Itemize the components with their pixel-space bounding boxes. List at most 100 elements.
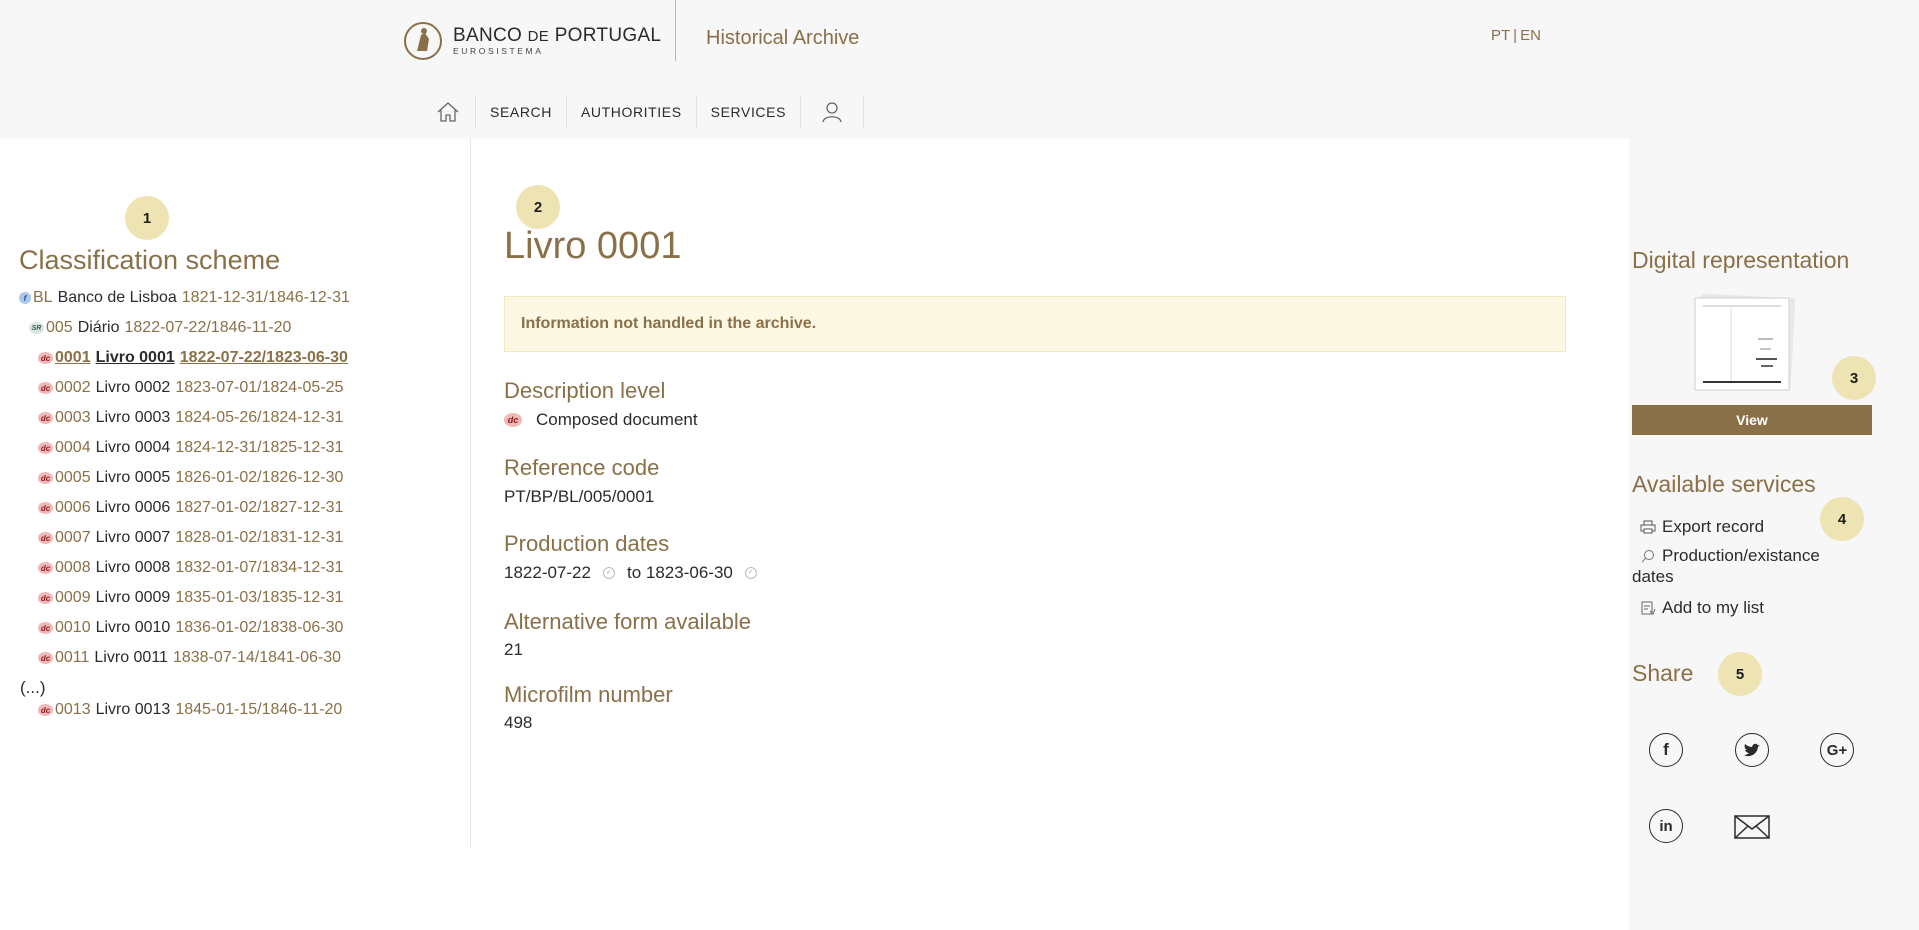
tree-row-title[interactable]: Livro 0006 <box>96 499 171 517</box>
tree-row-title[interactable]: Banco de Lisboa <box>58 289 177 307</box>
available-services-heading: Available services <box>1632 471 1816 497</box>
tree-row[interactable]: dc 0008 Livro 0008 1832-01-07/1834-12-31 <box>38 556 343 580</box>
tree-row[interactable]: dc 0004 Livro 0004 1824-12-31/1825-12-31 <box>38 436 343 460</box>
left-column-divider <box>470 139 471 847</box>
dc-level-icon: dc <box>38 352 53 364</box>
tree-row-dates[interactable]: 1827-01-02/1827-12-31 <box>175 499 343 517</box>
tree-row-title[interactable]: Livro 0004 <box>96 439 171 457</box>
google-plus-icon[interactable]: G+ <box>1820 733 1854 767</box>
sr-level-icon: SR <box>29 322 44 334</box>
nav-services[interactable]: SERVICES <box>697 96 802 128</box>
dc-level-icon: dc <box>38 382 53 394</box>
lang-pt-link[interactable]: PT <box>1491 27 1510 44</box>
tree-row[interactable]: dc 0002 Livro 0002 1823-07-01/1824-05-25 <box>38 376 343 400</box>
dc-level-icon: dc <box>38 592 53 604</box>
tree-row-dates[interactable]: 1836-01-02/1838-06-30 <box>175 619 343 637</box>
tree-row-code[interactable]: 0002 <box>55 379 91 397</box>
dc-level-icon: dc <box>38 652 53 664</box>
tree-row-code[interactable]: 0007 <box>55 529 91 547</box>
tree-row-dates[interactable]: 1824-12-31/1825-12-31 <box>175 439 343 457</box>
tree-row[interactable]: dc 0006 Livro 0006 1827-01-02/1827-12-31 <box>38 496 343 520</box>
tree-row[interactable]: dc 0007 Livro 0007 1828-01-02/1831-12-31 <box>38 526 343 550</box>
tree-row[interactable]: f BL Banco de Lisboa 1821-12-31/1846-12-31 <box>19 286 350 310</box>
classification-heading: Classification scheme <box>19 245 281 275</box>
step-badge-5: 5 <box>1718 652 1762 696</box>
header <box>0 0 1919 139</box>
document-thumbnail[interactable] <box>1693 294 1795 393</box>
tree-row-dates[interactable]: 1835-01-03/1835-12-31 <box>175 589 343 607</box>
tree-row-code[interactable]: 0003 <box>55 409 91 427</box>
share-heading: Share <box>1632 660 1694 686</box>
main-nav: SEARCH AUTHORITIES SERVICES <box>420 96 865 128</box>
tree-row-code[interactable]: 0001 <box>55 349 91 367</box>
dc-level-icon: dc <box>504 413 522 427</box>
record-title: Livro 0001 <box>504 225 682 267</box>
nav-search[interactable]: SEARCH <box>476 96 567 128</box>
digital-representation-heading: Digital representation <box>1632 247 1850 273</box>
tree-row-title[interactable]: Livro 0009 <box>96 589 171 607</box>
tree-row-dates[interactable]: 1824-05-26/1824-12-31 <box>175 409 343 427</box>
dc-level-icon: dc <box>38 562 53 574</box>
user-icon <box>822 102 842 123</box>
tree-row-title[interactable]: Livro 0002 <box>96 379 171 397</box>
export-record-link[interactable]: Export record <box>1632 516 1842 537</box>
tree-row-title[interactable]: Livro 0003 <box>96 409 171 427</box>
user-nav-button[interactable] <box>801 96 865 128</box>
tree-row-code[interactable]: 0010 <box>55 619 91 637</box>
dc-level-icon: dc <box>38 442 53 454</box>
tree-row-dates[interactable]: 1821-12-31/1846-12-31 <box>182 289 350 307</box>
tree-row-title[interactable]: Diário <box>78 319 120 337</box>
language-switcher: PT | EN <box>1491 27 1541 44</box>
nav-authorities[interactable]: AUTHORITIES <box>567 96 697 128</box>
tree-row-code[interactable]: BL <box>33 289 53 307</box>
tree-row[interactable]: dc 0003 Livro 0003 1824-05-26/1824-12-31 <box>38 406 343 430</box>
tree-row-title[interactable]: Livro 0011 <box>94 649 168 667</box>
tree-row-title[interactable]: Livro 0001 <box>96 349 175 367</box>
tree-row-title[interactable]: Livro 0010 <box>96 619 171 637</box>
tree-row-dates[interactable]: 1832-01-07/1834-12-31 <box>175 559 343 577</box>
twitter-icon[interactable] <box>1735 733 1769 767</box>
tree-row-dates[interactable]: 1838-07-14/1841-06-30 <box>173 649 341 667</box>
certainty-icon: ✓ <box>602 567 615 579</box>
lang-en-link[interactable]: EN <box>1520 27 1541 44</box>
tree-row[interactable]: dc 0010 Livro 0010 1836-01-02/1838-06-30 <box>38 616 343 640</box>
tree-row-dates[interactable]: 1826-01-02/1826-12-30 <box>175 469 343 487</box>
tree-row-code[interactable]: 0009 <box>55 589 91 607</box>
home-icon <box>437 102 458 122</box>
tree-row-title[interactable]: Livro 0008 <box>96 559 171 577</box>
tree-row-code[interactable]: 0006 <box>55 499 91 517</box>
tree-row-dates[interactable]: 1822-07-22/1823-06-30 <box>180 349 348 367</box>
bank-logo[interactable]: BANCO DE PORTUGAL EUROSISTEMA <box>403 21 661 61</box>
tree-row-code[interactable]: 0011 <box>55 649 89 667</box>
tree-row[interactable]: dc 0011 Livro 0011 1838-07-14/1841-06-30 <box>38 646 341 670</box>
dc-level-icon: dc <box>38 704 53 716</box>
production-dates-link[interactable]: Production/existance dates <box>1632 545 1842 587</box>
production-dates-value: 1822-07-22 ✓ to 1823-06-30 ✓ <box>504 563 769 583</box>
tree-row-code[interactable]: 005 <box>46 319 73 337</box>
view-button[interactable]: View <box>1632 405 1872 435</box>
tree-row[interactable]: dc 0005 Livro 0005 1826-01-02/1826-12-30 <box>38 466 343 490</box>
tree-ellipsis: (...) <box>20 678 46 697</box>
tree-row-title[interactable]: Livro 0005 <box>96 469 171 487</box>
tree-row-code[interactable]: 0004 <box>55 439 91 457</box>
linkedin-icon[interactable]: in <box>1649 809 1683 843</box>
tree-row-code[interactable]: 0005 <box>55 469 91 487</box>
microfilm-label: Microfilm number <box>504 682 673 707</box>
add-to-list-icon <box>1641 601 1656 615</box>
tree-row[interactable]: SR 005 Diário 1822-07-22/1846-11-20 <box>29 316 291 340</box>
site-title[interactable]: Historical Archive <box>706 27 859 50</box>
tree-row-dates[interactable]: 1822-07-22/1846-11-20 <box>125 319 292 337</box>
tree-row-title[interactable]: Livro 0007 <box>96 529 171 547</box>
tree-row[interactable]: dc 0009 Livro 0009 1835-01-03/1835-12-31 <box>38 586 343 610</box>
alt-form-value: 21 <box>504 640 523 659</box>
add-to-my-list-link[interactable]: Add to my list <box>1632 597 1842 618</box>
tree-row[interactable]: dc 0001 Livro 0001 1822-07-22/1823-06-30 <box>38 346 348 370</box>
tree-row-code[interactable]: 0008 <box>55 559 91 577</box>
tree-row-dates[interactable]: 1828-01-02/1831-12-31 <box>175 529 343 547</box>
microfilm-value: 498 <box>504 713 533 732</box>
tree-row-dates[interactable]: 1823-07-01/1824-05-25 <box>175 379 343 397</box>
tree-row[interactable]: dc 0013 Livro 0013 1845-01-15/1846-11-20 <box>38 698 342 722</box>
home-nav-button[interactable] <box>420 96 476 128</box>
facebook-icon[interactable]: f <box>1649 733 1683 767</box>
email-icon[interactable] <box>1734 815 1770 839</box>
